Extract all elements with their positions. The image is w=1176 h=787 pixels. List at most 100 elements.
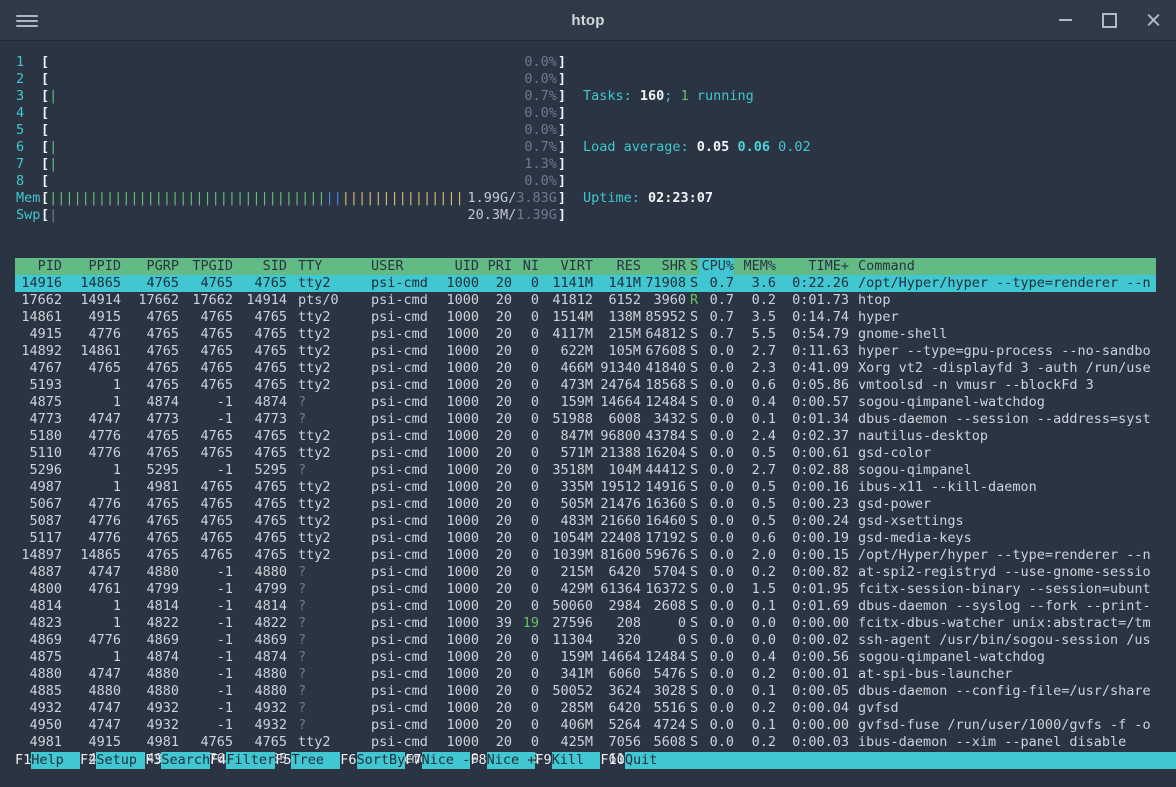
fn-f10-quit-button[interactable]: Quit [625,752,674,769]
column-header-s[interactable]: S [686,258,699,275]
cell-uid: 1000 [443,496,479,513]
column-header-res[interactable]: RES [593,258,641,275]
process-row[interactable]: 50674776476547654765tty2psi-cmd100020050… [15,496,1156,513]
cell-sid: 4822 [233,615,287,632]
cell-shr: 12484 [641,649,686,666]
column-header-cpupct[interactable]: CPU% [699,258,734,275]
cell-user: psi-cmd [371,309,443,326]
process-row[interactable]: 495047474932-14932?psi-cmd1000200406M526… [15,717,1156,734]
cell-s: S [686,445,699,462]
column-header-pid[interactable]: PID [15,258,62,275]
column-header-mempct[interactable]: MEM% [734,258,776,275]
cell-command: dbus-daemon --session --address=syst [849,411,1156,428]
column-header-timeplus[interactable]: TIME+ [776,258,849,275]
process-row[interactable]: 481414814-14814?psi-cmd10002005006029842… [15,598,1156,615]
column-header-ppid[interactable]: PPID [62,258,121,275]
fn-f4-filter-button[interactable]: Filter [226,752,275,769]
column-header-tpgid[interactable]: TPGID [179,258,233,275]
process-row[interactable]: 1766214914176621766214914pts/0psi-cmd100… [15,292,1156,309]
fn-f7-nice-button[interactable]: Nice - [422,752,471,769]
cell-ppid: 4747 [62,564,121,581]
column-header-pgrp[interactable]: PGRP [121,258,179,275]
process-row[interactable]: 482314822-14822?psi-cmd10003919275962080… [15,615,1156,632]
process-row[interactable]: 487514874-14874?psi-cmd1000200159M146641… [15,649,1156,666]
column-header-tty[interactable]: TTY [287,258,371,275]
process-row[interactable]: 49871498147654765tty2psi-cmd1000200335M1… [15,479,1156,496]
cell-shr: 3960 [641,292,686,309]
process-row[interactable]: 488047474880-14880?psi-cmd1000200341M606… [15,666,1156,683]
column-header-ni[interactable]: NI [512,258,539,275]
process-row[interactable]: 488747474880-14880?psi-cmd1000200215M642… [15,564,1156,581]
column-header-command[interactable]: Command [849,258,1156,275]
process-row[interactable]: 480047614799-14799?psi-cmd1000200429M613… [15,581,1156,598]
cell-ni: 0 [512,479,539,496]
cell-pgrp: 4765 [121,275,179,292]
process-row[interactable]: 49154776476547654765tty2psi-cmd100020041… [15,326,1156,343]
process-row[interactable]: 51174776476547654765tty2psi-cmd100020010… [15,530,1156,547]
cell-mempct: 0.4 [734,649,776,666]
cell-pri: 20 [479,343,512,360]
cell-uid: 1000 [443,292,479,309]
cell-ni: 0 [512,428,539,445]
process-row[interactable]: 51104776476547654765tty2psi-cmd100020057… [15,445,1156,462]
process-row[interactable]: 529615295-15295?psi-cmd10002003518M104M4… [15,462,1156,479]
cell-command: at-spi2-registryd --use-gnome-sessio [849,564,1156,581]
maximize-button[interactable] [1100,11,1118,29]
process-row[interactable]: 148614915476547654765tty2psi-cmd10002001… [15,309,1156,326]
cell-ni: 0 [512,309,539,326]
cell-command: gvfsd-fuse /run/user/1000/gvfs -f -o [849,717,1156,734]
cell-mempct: 0.2 [734,734,776,751]
fn-f8-nice-button[interactable]: Nice + [487,752,536,769]
cell-timeplus: 0:00.00 [776,717,849,734]
cell-mempct: 2.4 [734,428,776,445]
process-row[interactable]: 51804776476547654765tty2psi-cmd100020084… [15,428,1156,445]
process-row[interactable]: 493247474932-14932?psi-cmd1000200285M642… [15,700,1156,717]
cell-ppid: 4776 [62,326,121,343]
close-button[interactable] [1144,11,1162,29]
cell-pgrp: 4765 [121,377,179,394]
fn-f5-tree-button[interactable]: Tree [291,752,340,769]
process-row[interactable]: 47674765476547654765tty2psi-cmd100020046… [15,360,1156,377]
cell-s: S [686,496,699,513]
column-header-shr[interactable]: SHR [641,258,686,275]
process-row[interactable]: 1489214861476547654765tty2psi-cmd1000200… [15,343,1156,360]
column-header-user[interactable]: USER [371,258,443,275]
cell-uid: 1000 [443,445,479,462]
cell-pgrp: 4932 [121,700,179,717]
process-row[interactable]: 51931476547654765tty2psi-cmd1000200473M2… [15,377,1156,394]
column-header-pri[interactable]: PRI [479,258,512,275]
menu-icon[interactable] [16,12,38,28]
cell-mempct: 0.5 [734,496,776,513]
fn-f2-setup-button[interactable]: Setup [96,752,145,769]
fn-f6-sortby-button[interactable]: SortBy [357,752,406,769]
process-row[interactable]: 477347474773-14773?psi-cmd10002005198860… [15,411,1156,428]
column-header-uid[interactable]: UID [443,258,479,275]
cell-s: S [686,615,699,632]
cell-tpgid: 4765 [179,326,233,343]
process-row[interactable]: 1489714865476547654765tty2psi-cmd1000200… [15,547,1156,564]
cpu-meter-2: 2[0.0%] [16,71,566,88]
cell-cpupct: 0.0 [699,615,734,632]
fn-f1-help-button[interactable]: Help [31,752,80,769]
cell-timeplus: 0:00.57 [776,394,849,411]
cell-tpgid: 4765 [179,445,233,462]
fn-f9-kill-button[interactable]: Kill [552,752,601,769]
process-row[interactable]: 486947764869-14869?psi-cmd10002001130432… [15,632,1156,649]
column-header-sid[interactable]: SID [233,258,287,275]
cell-pid: 4981 [15,734,62,751]
cell-uid: 1000 [443,513,479,530]
cell-ni: 0 [512,513,539,530]
fn-f3-search-button[interactable]: Search [161,752,210,769]
process-row[interactable]: 1491614865476547654765tty2psi-cmd1000200… [15,275,1156,292]
process-row[interactable]: 488548804880-14880?psi-cmd10002005005236… [15,683,1156,700]
process-row[interactable]: 50874776476547654765tty2psi-cmd100020048… [15,513,1156,530]
process-row[interactable]: 487514874-14874?psi-cmd1000200159M146641… [15,394,1156,411]
cell-res: 6420 [593,564,641,581]
cell-pgrp: 5295 [121,462,179,479]
minimize-button[interactable] [1056,11,1074,29]
cell-s: S [686,275,699,292]
process-row[interactable]: 49814915498147654765tty2psi-cmd100020042… [15,734,1156,751]
cell-res: 215M [593,326,641,343]
column-header-virt[interactable]: VIRT [539,258,593,275]
cell-mempct: 0.5 [734,445,776,462]
